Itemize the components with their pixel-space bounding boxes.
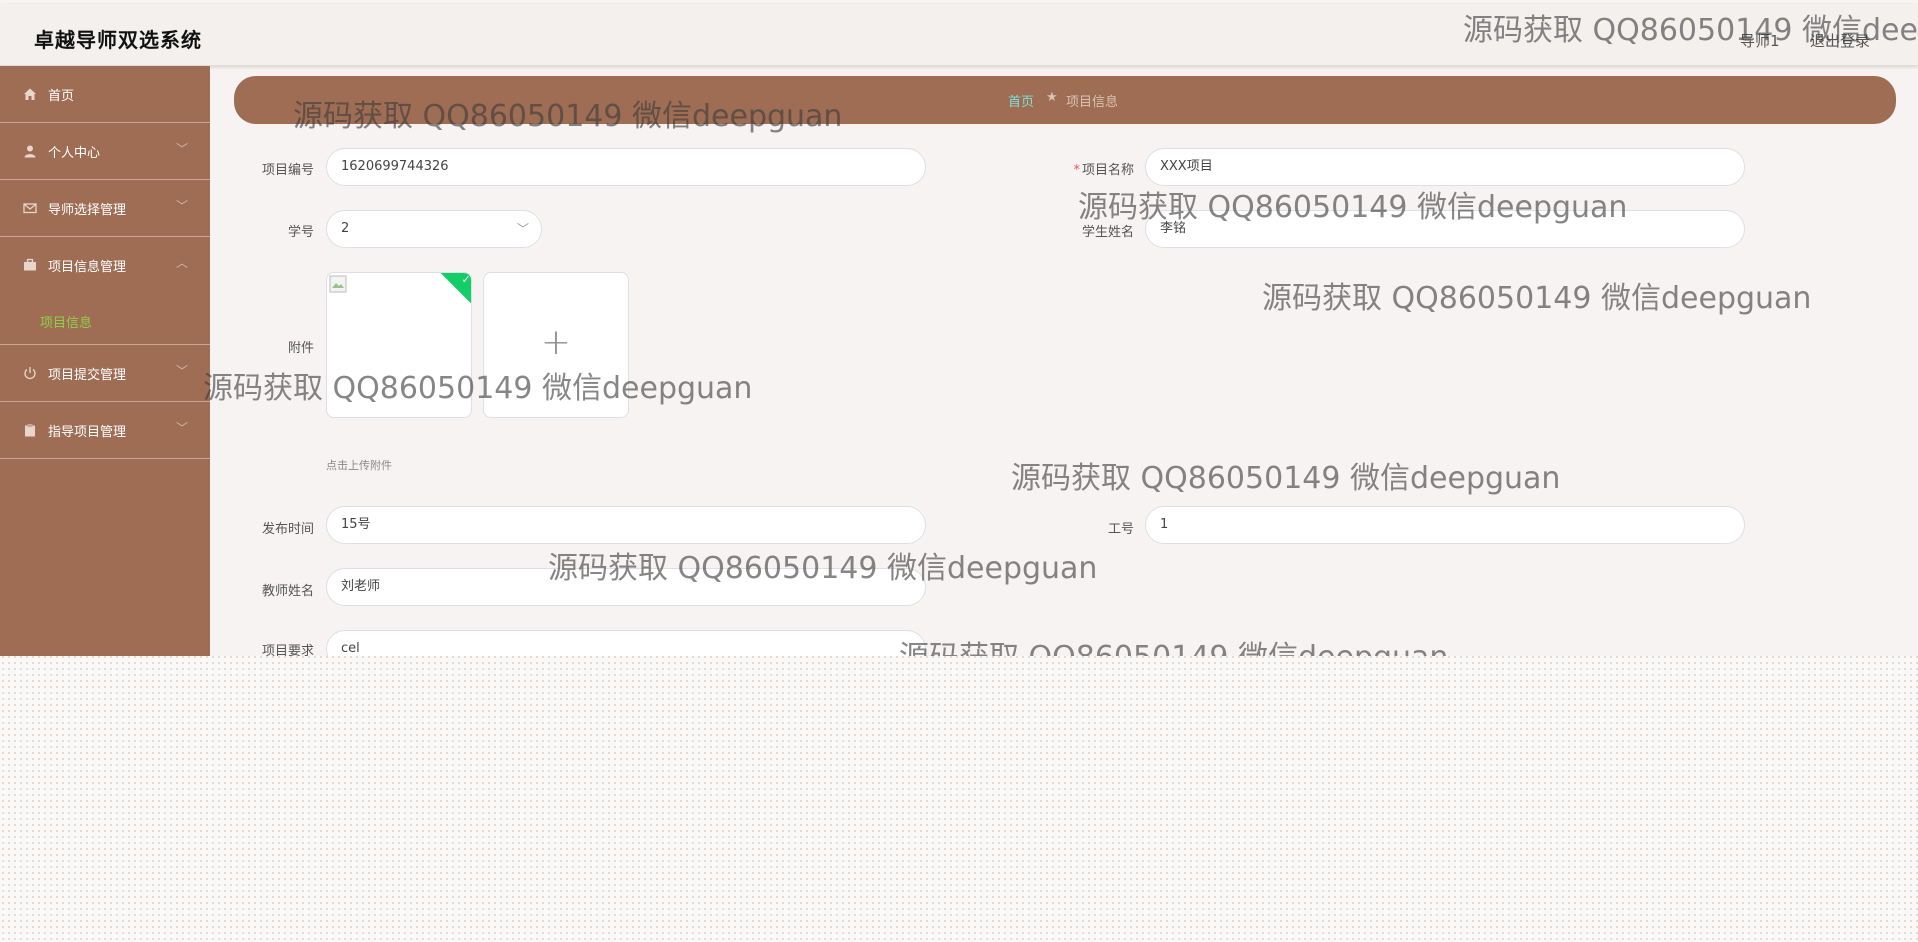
upload-success-badge: ✓ <box>440 272 471 306</box>
breadcrumb-current: 项目信息 <box>1066 95 1119 110</box>
chevron-down-icon: ﹀ <box>176 142 189 156</box>
check-icon: ✓ <box>461 272 471 286</box>
upload-tip[interactable]: 点击上传附件 <box>326 457 392 473</box>
required-marker: * <box>1073 163 1080 178</box>
student-name-label: 学生姓名 <box>1081 225 1134 240</box>
logout-link[interactable]: 退出登录 <box>1810 30 1870 51</box>
sidebar-item-project-info-management[interactable]: 项目信息管理 ︿ <box>0 237 210 293</box>
project-no-input[interactable]: 1620699744326 <box>326 148 926 186</box>
sidebar-item-guided-projects[interactable]: 指导项目管理 ﹀ <box>0 402 210 459</box>
sidebar-item-label: 导师选择管理 <box>48 203 127 218</box>
publish-time-value: 15号 <box>341 517 371 532</box>
power-icon <box>24 367 36 380</box>
breadcrumb-home[interactable]: 首页 <box>1008 91 1034 110</box>
requirement-textarea[interactable]: cel <box>326 630 926 656</box>
requirement-value: cel <box>341 641 360 656</box>
home-icon <box>24 88 36 100</box>
project-no-label: 项目编号 <box>261 163 314 178</box>
breadcrumb-separator-icon: ★ <box>1046 90 1058 105</box>
project-name-label: * 项目名称 <box>1040 159 1134 178</box>
sidebar-item-home[interactable]: 首页 <box>0 66 210 123</box>
student-name-value: 李铭 <box>1160 221 1187 236</box>
project-name-value: XXX项目 <box>1160 159 1213 174</box>
attachment-label: 附件 <box>287 341 314 356</box>
teacher-name-label: 教师姓名 <box>261 584 314 599</box>
app-title: 卓越导师双选系统 <box>34 28 202 52</box>
watermark-text: 源码获取 QQ86050149 微信deepguan <box>1262 281 1812 316</box>
staff-no-input[interactable]: 1 <box>1145 506 1745 544</box>
student-no-label: 学号 <box>287 225 314 240</box>
sidebar-subitem-project-info[interactable]: 项目信息 <box>0 294 210 345</box>
chevron-down-icon: ﹀ <box>176 421 189 435</box>
requirement-label: 项目要求 <box>261 644 314 656</box>
sidebar-item-label: 项目信息管理 <box>48 260 127 275</box>
watermark-text: 源码获取 QQ86050149 微信deepguan <box>1011 461 1561 496</box>
sidebar: 首页 个人中心 ﹀ 导师选择管理 ﹀ 项目信息管理 ︿ 项目信息 项目提交管理 … <box>0 66 210 656</box>
mail-icon <box>23 203 37 214</box>
sidebar-item-label: 指导项目管理 <box>48 425 127 440</box>
chevron-down-icon: ﹀ <box>516 222 529 236</box>
student-no-select[interactable]: 2 ﹀ <box>326 210 542 248</box>
clipboard-icon <box>25 424 35 437</box>
publish-time-label: 发布时间 <box>261 522 314 537</box>
publish-time-input[interactable]: 15号 <box>326 506 926 544</box>
project-no-value: 1620699744326 <box>341 159 449 174</box>
current-user: 导师1 <box>1740 32 1780 50</box>
sidebar-item-label: 项目提交管理 <box>48 368 127 383</box>
app-window: 卓越导师双选系统 导师1 退出登录 首页 个人中心 ﹀ 导师选择管理 ﹀ 项目信… <box>0 0 1918 656</box>
sidebar-item-label: 首页 <box>48 89 75 104</box>
broken-image-icon <box>329 275 347 293</box>
chevron-down-icon: ﹀ <box>176 364 189 378</box>
sidebar-item-project-submission[interactable]: 项目提交管理 ﹀ <box>0 345 210 402</box>
user-icon <box>24 145 36 158</box>
watermark-text: 源码获取 QQ86050149 微信deepguan <box>203 371 753 406</box>
teacher-name-value: 刘老师 <box>341 579 381 594</box>
plus-icon: + <box>540 322 572 363</box>
student-no-value: 2 <box>341 221 350 236</box>
upload-add-button[interactable]: + <box>483 272 629 418</box>
sidebar-item-personal-center[interactable]: 个人中心 ﹀ <box>0 123 210 180</box>
chevron-down-icon: ﹀ <box>176 199 189 213</box>
staff-no-value: 1 <box>1160 517 1169 532</box>
project-name-input[interactable]: XXX项目 <box>1145 148 1745 186</box>
watermark-text: 源码获取 QQ86050149 微信deepguan <box>899 632 1448 656</box>
sidebar-item-label: 个人中心 <box>48 146 101 161</box>
sidebar-subitem-label[interactable]: 项目信息 <box>40 312 92 331</box>
uploaded-file-thumbnail[interactable]: ✓ <box>326 272 472 418</box>
chevron-up-icon: ︿ <box>176 256 189 270</box>
top-header: 卓越导师双选系统 导师1 退出登录 <box>0 4 1918 66</box>
project-name-label-text: 项目名称 <box>1081 163 1134 178</box>
briefcase-icon <box>24 258 36 271</box>
teacher-name-input[interactable]: 刘老师 <box>326 568 926 606</box>
breadcrumb: 首页 ★ 项目信息 <box>234 76 1896 124</box>
sidebar-item-mentor-selection[interactable]: 导师选择管理 ﹀ <box>0 180 210 237</box>
student-name-input[interactable]: 李铭 <box>1145 210 1745 248</box>
staff-no-label: 工号 <box>1107 522 1134 537</box>
